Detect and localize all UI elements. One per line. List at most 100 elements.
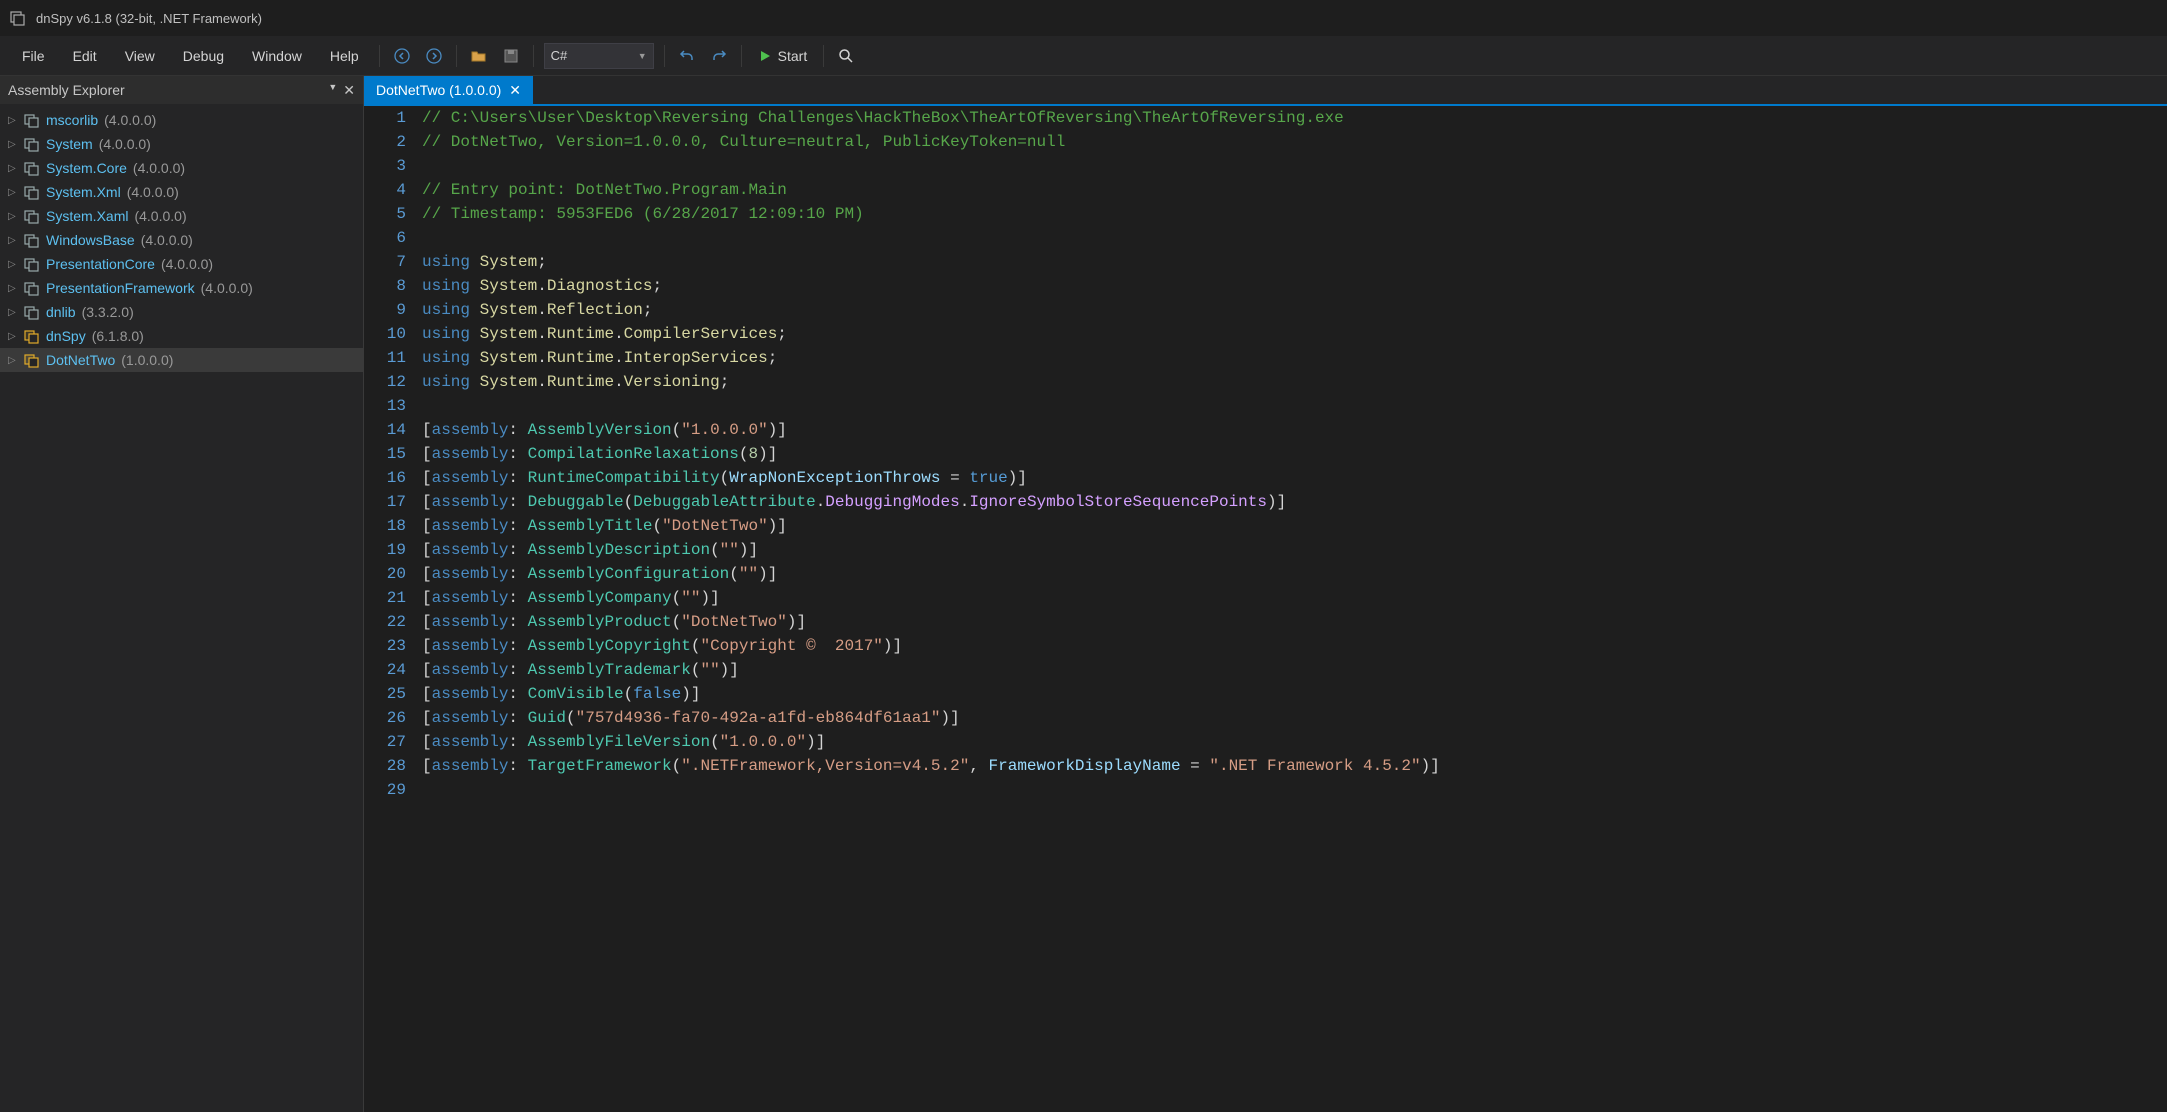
code-editor[interactable]: 1// C:\Users\User\Desktop\Reversing Chal… xyxy=(364,106,2167,1112)
code-text[interactable]: [assembly: AssemblyCompany("")] xyxy=(420,586,720,610)
expander-icon[interactable]: ▷ xyxy=(8,331,18,342)
assembly-item[interactable]: ▷System.Core (4.0.0.0) xyxy=(0,156,363,180)
code-text[interactable] xyxy=(420,778,432,802)
code-text[interactable] xyxy=(420,154,432,178)
expander-icon[interactable]: ▷ xyxy=(8,283,18,294)
assembly-item[interactable]: ▷PresentationCore (4.0.0.0) xyxy=(0,252,363,276)
code-text[interactable]: // DotNetTwo, Version=1.0.0.0, Culture=n… xyxy=(420,130,1065,154)
code-text[interactable]: using System.Runtime.Versioning; xyxy=(420,370,729,394)
menu-edit[interactable]: Edit xyxy=(59,42,111,70)
code-text[interactable]: using System.Reflection; xyxy=(420,298,652,322)
assembly-version: (4.0.0.0) xyxy=(201,280,253,296)
expander-icon[interactable]: ▷ xyxy=(8,139,18,150)
code-line: 14[assembly: AssemblyVersion("1.0.0.0")] xyxy=(364,418,2167,442)
code-text[interactable]: // Timestamp: 5953FED6 (6/28/2017 12:09:… xyxy=(420,202,864,226)
code-text[interactable]: [assembly: AssemblyConfiguration("")] xyxy=(420,562,777,586)
separator xyxy=(823,45,824,67)
code-text[interactable]: [assembly: AssemblyTrademark("")] xyxy=(420,658,739,682)
code-text[interactable]: // Entry point: DotNetTwo.Program.Main xyxy=(420,178,787,202)
assembly-name: WindowsBase xyxy=(46,232,135,248)
assembly-name: dnlib xyxy=(46,304,76,320)
line-number: 22 xyxy=(364,610,420,634)
undo-button[interactable] xyxy=(673,42,701,70)
code-text[interactable]: [assembly: ComVisible(false)] xyxy=(420,682,700,706)
assembly-item[interactable]: ▷mscorlib (4.0.0.0) xyxy=(0,108,363,132)
code-text[interactable]: [assembly: TargetFramework(".NETFramewor… xyxy=(420,754,1440,778)
assembly-version: (4.0.0.0) xyxy=(134,208,186,224)
code-text[interactable]: [assembly: AssemblyCopyright("Copyright … xyxy=(420,634,902,658)
code-text[interactable] xyxy=(420,394,432,418)
expander-icon[interactable]: ▷ xyxy=(8,355,18,366)
assembly-name: System xyxy=(46,136,93,152)
code-line: 22[assembly: AssemblyProduct("DotNetTwo"… xyxy=(364,610,2167,634)
code-text[interactable]: [assembly: AssemblyTitle("DotNetTwo")] xyxy=(420,514,787,538)
line-number: 7 xyxy=(364,250,420,274)
code-text[interactable]: [assembly: Debuggable(DebuggableAttribut… xyxy=(420,490,1286,514)
open-button[interactable] xyxy=(465,42,493,70)
search-button[interactable] xyxy=(832,42,860,70)
assembly-name: DotNetTwo xyxy=(46,352,115,368)
line-number: 11 xyxy=(364,346,420,370)
code-text[interactable]: [assembly: CompilationRelaxations(8)] xyxy=(420,442,777,466)
assembly-item[interactable]: ▷System.Xaml (4.0.0.0) xyxy=(0,204,363,228)
menu-help[interactable]: Help xyxy=(316,42,373,70)
assembly-item[interactable]: ▷DotNetTwo (1.0.0.0) xyxy=(0,348,363,372)
expander-icon[interactable]: ▷ xyxy=(8,115,18,126)
menu-file[interactable]: File xyxy=(8,42,59,70)
assembly-item[interactable]: ▷dnSpy (6.1.8.0) xyxy=(0,324,363,348)
panel-close-icon[interactable]: ✕ xyxy=(343,82,355,99)
code-text[interactable]: [assembly: RuntimeCompatibility(WrapNonE… xyxy=(420,466,1027,490)
start-button[interactable]: Start xyxy=(748,42,818,70)
line-number: 13 xyxy=(364,394,420,418)
assembly-icon xyxy=(24,160,40,176)
assembly-item[interactable]: ▷PresentationFramework (4.0.0.0) xyxy=(0,276,363,300)
save-button[interactable] xyxy=(497,42,525,70)
menu-view[interactable]: View xyxy=(111,42,169,70)
expander-icon[interactable]: ▷ xyxy=(8,211,18,222)
code-text[interactable]: using System.Runtime.CompilerServices; xyxy=(420,322,787,346)
play-icon xyxy=(758,49,772,63)
code-text[interactable]: using System.Runtime.InteropServices; xyxy=(420,346,777,370)
line-number: 16 xyxy=(364,466,420,490)
app-icon xyxy=(10,10,26,26)
code-text[interactable]: // C:\Users\User\Desktop\Reversing Chall… xyxy=(420,106,1344,130)
panel-menu-icon[interactable]: ▼ xyxy=(328,82,337,99)
assembly-item[interactable]: ▷dnlib (3.3.2.0) xyxy=(0,300,363,324)
line-number: 23 xyxy=(364,634,420,658)
code-line: 29 xyxy=(364,778,2167,802)
assembly-item[interactable]: ▷WindowsBase (4.0.0.0) xyxy=(0,228,363,252)
redo-button[interactable] xyxy=(705,42,733,70)
code-text[interactable]: [assembly: AssemblyProduct("DotNetTwo")] xyxy=(420,610,806,634)
line-number: 4 xyxy=(364,178,420,202)
code-text[interactable]: [assembly: AssemblyVersion("1.0.0.0")] xyxy=(420,418,787,442)
expander-icon[interactable]: ▷ xyxy=(8,163,18,174)
assembly-item[interactable]: ▷System.Xml (4.0.0.0) xyxy=(0,180,363,204)
menu-window[interactable]: Window xyxy=(238,42,316,70)
tab-label: DotNetTwo (1.0.0.0) xyxy=(376,82,501,98)
code-text[interactable]: [assembly: Guid("757d4936-fa70-492a-a1fd… xyxy=(420,706,960,730)
language-combo[interactable]: C# ▼ xyxy=(544,43,654,69)
nav-back-button[interactable] xyxy=(388,42,416,70)
code-text[interactable] xyxy=(420,226,432,250)
assembly-icon xyxy=(24,232,40,248)
expander-icon[interactable]: ▷ xyxy=(8,307,18,318)
code-text[interactable]: [assembly: AssemblyFileVersion("1.0.0.0"… xyxy=(420,730,825,754)
code-line: 2// DotNetTwo, Version=1.0.0.0, Culture=… xyxy=(364,130,2167,154)
assembly-explorer-panel: Assembly Explorer ▼ ✕ ▷mscorlib (4.0.0.0… xyxy=(0,76,364,1112)
code-line: 10using System.Runtime.CompilerServices; xyxy=(364,322,2167,346)
code-text[interactable]: using System; xyxy=(420,250,547,274)
code-text[interactable]: [assembly: AssemblyDescription("")] xyxy=(420,538,758,562)
expander-icon[interactable]: ▷ xyxy=(8,235,18,246)
code-text[interactable]: using System.Diagnostics; xyxy=(420,274,662,298)
chevron-down-icon: ▼ xyxy=(638,51,647,61)
tab-active[interactable]: DotNetTwo (1.0.0.0) ✕ xyxy=(364,76,533,104)
assembly-tree[interactable]: ▷mscorlib (4.0.0.0)▷System (4.0.0.0)▷Sys… xyxy=(0,104,363,376)
menu-debug[interactable]: Debug xyxy=(169,42,238,70)
expander-icon[interactable]: ▷ xyxy=(8,259,18,270)
nav-forward-button[interactable] xyxy=(420,42,448,70)
tab-close-icon[interactable]: ✕ xyxy=(509,82,521,99)
start-label: Start xyxy=(778,48,808,64)
assembly-item[interactable]: ▷System (4.0.0.0) xyxy=(0,132,363,156)
assembly-name: PresentationCore xyxy=(46,256,155,272)
expander-icon[interactable]: ▷ xyxy=(8,187,18,198)
